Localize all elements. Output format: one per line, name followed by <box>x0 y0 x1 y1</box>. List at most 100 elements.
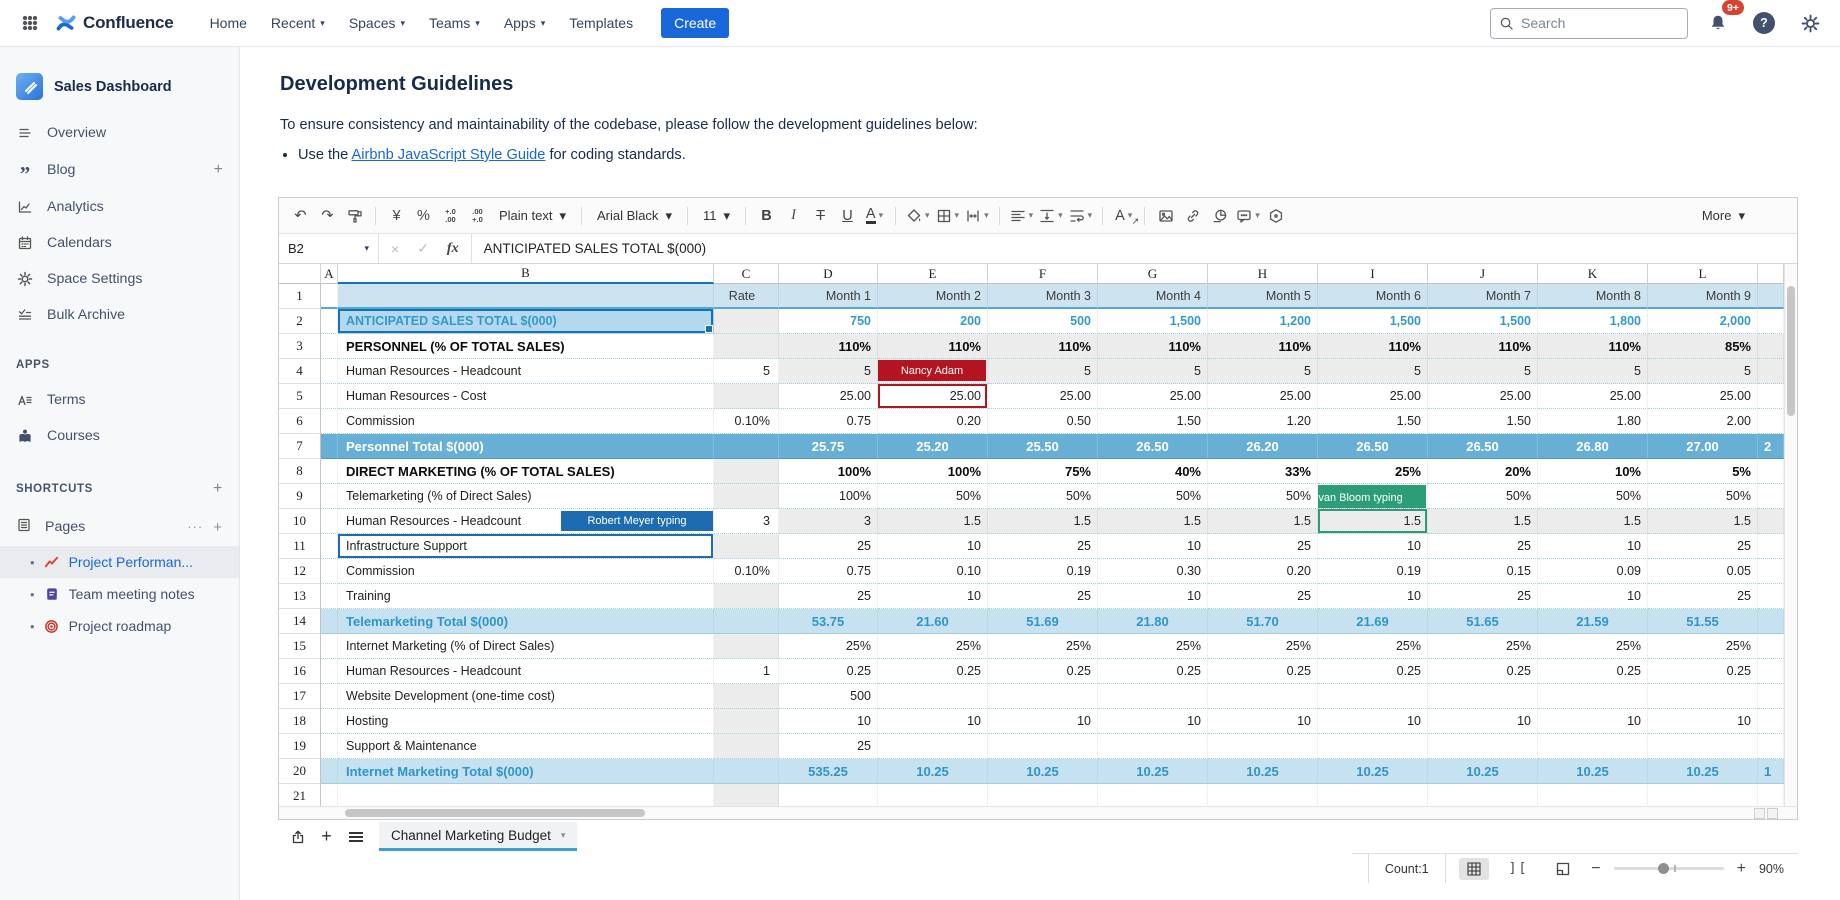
sheet-cell[interactable]: 25.75 <box>779 434 878 459</box>
sheet-cell[interactable]: 1,500 <box>1428 309 1538 334</box>
sheet-cell[interactable]: 0.10% <box>714 409 779 434</box>
sheet-cell[interactable] <box>1648 784 1758 806</box>
zoom-in-icon[interactable]: + <box>1737 860 1746 878</box>
sheet-cell[interactable]: 1.5 <box>1428 509 1538 534</box>
sheet-cell[interactable]: 10 <box>1098 534 1208 559</box>
space-header[interactable]: Sales Dashboard <box>0 67 239 114</box>
strikethrough-icon[interactable]: T <box>807 203 834 229</box>
sheet-cell[interactable]: 25% <box>1098 634 1208 659</box>
sheet-cell[interactable] <box>1428 734 1538 759</box>
sheet-cell[interactable]: Human Resources - HeadcountRobert Meyer … <box>338 509 714 534</box>
number-format-dropdown[interactable]: Plain text▾ <box>491 203 574 229</box>
sheet-cell[interactable] <box>878 784 988 806</box>
search-box[interactable] <box>1490 8 1688 39</box>
sheet-cell[interactable]: 5 <box>1208 359 1318 384</box>
sheet-cell[interactable]: Nancy Adam <box>878 359 988 384</box>
sheet-cell[interactable]: Website Development (one-time cost) <box>338 684 714 709</box>
sheet-cell[interactable]: 25% <box>1318 459 1428 484</box>
nav-recent[interactable]: Recent▾ <box>261 7 335 39</box>
sheet-cell[interactable]: Month 6 <box>1318 284 1428 309</box>
sheet-cell[interactable]: 1,200 <box>1208 309 1318 334</box>
sheet-cell[interactable] <box>321 334 338 359</box>
add-blog-icon[interactable]: + <box>214 161 223 179</box>
vertical-align-icon[interactable]: ▾ <box>1036 203 1066 229</box>
sheet-cell[interactable]: 10 <box>1098 584 1208 609</box>
sheet-cell[interactable] <box>1538 684 1648 709</box>
sheet-cell[interactable]: 51.65 <box>1428 609 1538 634</box>
sheet-cell[interactable] <box>1098 784 1208 806</box>
sheet-cell[interactable]: 25.00 <box>1318 384 1428 409</box>
sheet-cell[interactable]: 27.00 <box>1648 434 1758 459</box>
sheet-cell[interactable]: 26.50 <box>1318 434 1428 459</box>
sheet-cell[interactable]: 51.69 <box>988 609 1098 634</box>
sheet-cell[interactable]: Human Resources - Headcount <box>338 359 714 384</box>
corner-cell[interactable] <box>279 264 321 284</box>
sheet-cell[interactable]: 200 <box>878 309 988 334</box>
text-color-icon[interactable]: A▾ <box>861 203 888 229</box>
sidebar-item-space-settings[interactable]: Space Settings <box>0 262 239 296</box>
sheet-cell[interactable]: 100% <box>878 459 988 484</box>
page-item-project-roadmap[interactable]: • Project roadmap <box>0 610 239 642</box>
text-rotation-icon[interactable]: A↗ ▾ <box>1110 203 1137 229</box>
sheet-cell[interactable]: 110% <box>1098 334 1208 359</box>
insert-link-icon[interactable] <box>1179 203 1206 229</box>
sheet-cell[interactable] <box>321 684 338 709</box>
sheet-cell[interactable]: 1.5 <box>878 509 988 534</box>
sheet-cell[interactable]: Month 7 <box>1428 284 1538 309</box>
sheet-cell[interactable]: Month 3 <box>988 284 1098 309</box>
sheet-cell[interactable]: 1 <box>1758 759 1784 784</box>
sheet-cell[interactable]: 1.80 <box>1538 409 1648 434</box>
sheet-cell[interactable]: 50% <box>878 484 988 509</box>
sheet-cell[interactable]: Rate <box>714 284 779 309</box>
sheet-cell[interactable] <box>1758 684 1784 709</box>
data-cube-icon[interactable] <box>1263 203 1290 229</box>
sheet-cell[interactable]: 0.50 <box>988 409 1098 434</box>
underline-icon[interactable]: U <box>834 203 861 229</box>
sheet-cell[interactable]: 53.75 <box>779 609 878 634</box>
sheet-cell[interactable]: 25 <box>1428 534 1538 559</box>
row-header[interactable]: 13 <box>279 584 321 609</box>
row-header[interactable]: 16 <box>279 659 321 684</box>
sheet-cell[interactable]: Hosting <box>338 709 714 734</box>
bold-icon[interactable]: B <box>753 203 780 229</box>
add-shortcut-icon[interactable]: + <box>213 480 223 498</box>
sheet-cell[interactable]: 25% <box>988 634 1098 659</box>
sheet-cell[interactable]: Internet Marketing (% of Direct Sales) <box>338 634 714 659</box>
sheet-cell[interactable] <box>714 734 779 759</box>
pages-more-icon[interactable]: ··· <box>187 519 203 536</box>
comment-icon[interactable]: ▾ <box>1233 203 1263 229</box>
sheet-cell[interactable]: 0.25 <box>1318 659 1428 684</box>
column-header[interactable] <box>1758 264 1784 284</box>
sheet-cell[interactable]: 25% <box>1318 634 1428 659</box>
sheet-cell[interactable]: 50% <box>1098 484 1208 509</box>
sheet-cell[interactable]: Human Resources - Headcount <box>338 659 714 684</box>
grid-view-button[interactable] <box>1459 858 1489 880</box>
sheet-cell[interactable]: 0.10% <box>714 559 779 584</box>
sheet-cell[interactable] <box>1758 709 1784 734</box>
sheet-cell[interactable]: 75% <box>988 459 1098 484</box>
sheet-cell[interactable]: 0.25 <box>1098 659 1208 684</box>
sheet-cell[interactable]: 500 <box>988 309 1098 334</box>
sheet-cell[interactable]: 5 <box>1428 359 1538 384</box>
sheet-cell[interactable]: 0.05 <box>1648 559 1758 584</box>
sheet-cell[interactable] <box>1428 684 1538 709</box>
row-header[interactable]: 14 <box>279 609 321 634</box>
sheet-cell[interactable]: 25.00 <box>1428 384 1538 409</box>
sheet-cell[interactable] <box>1648 684 1758 709</box>
sheet-cell[interactable]: 10 <box>878 709 988 734</box>
sheet-cell[interactable] <box>988 684 1098 709</box>
app-switcher-icon[interactable] <box>14 7 46 39</box>
sheet-cell[interactable] <box>714 334 779 359</box>
sheet-cell[interactable]: 10 <box>878 534 988 559</box>
sheet-cell[interactable]: 25 <box>1208 584 1318 609</box>
sheet-cell[interactable]: Internet Marketing Total $(000) <box>338 759 714 784</box>
sheet-cell[interactable]: 40% <box>1098 459 1208 484</box>
sheet-cell[interactable] <box>714 434 779 459</box>
sheet-cell[interactable]: 1.5 <box>1098 509 1208 534</box>
freeze-columns-button[interactable]: ][ <box>1502 858 1536 879</box>
sheet-cell[interactable] <box>1098 684 1208 709</box>
sheet-cell[interactable]: 110% <box>1538 334 1648 359</box>
sheet-cell[interactable]: 110% <box>1318 334 1428 359</box>
sheet-cell[interactable] <box>321 534 338 559</box>
sheet-cell[interactable] <box>1098 734 1208 759</box>
